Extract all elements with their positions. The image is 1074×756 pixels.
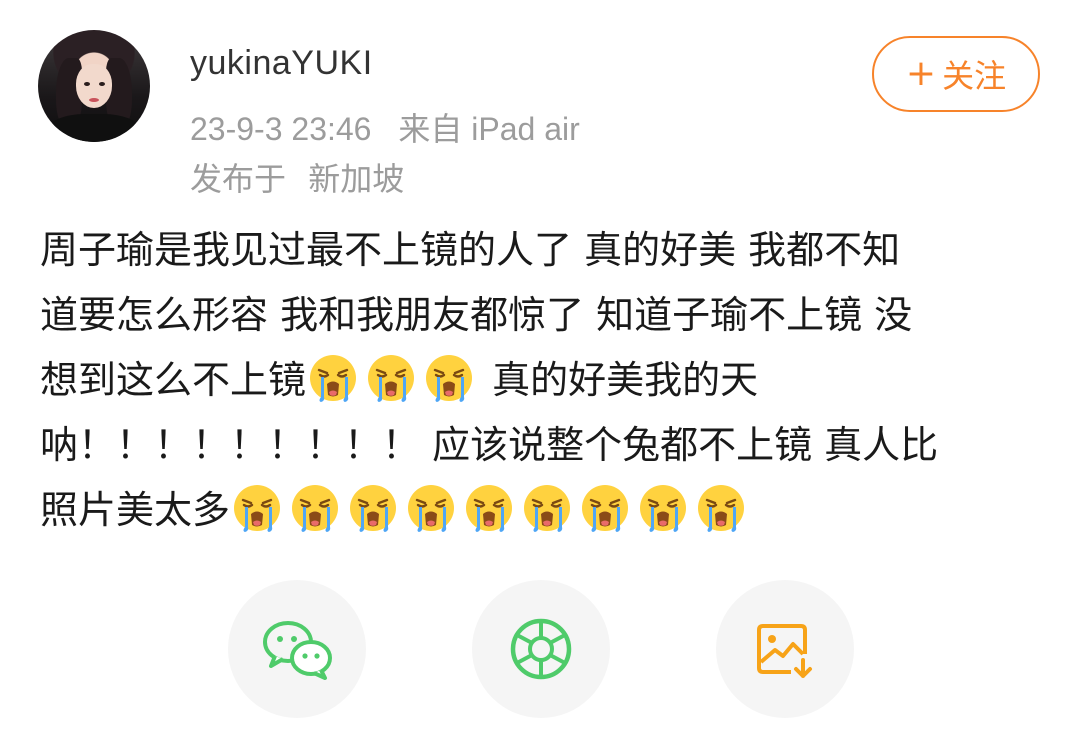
post-line: 道要怎么形容 我和我朋友都惊了 知道子瑜不上镜 没: [40, 283, 1040, 348]
crying-emoji: [232, 483, 282, 533]
avatar-eye-left: [84, 82, 90, 86]
avatar[interactable]: [38, 30, 150, 142]
crying-emoji: [580, 483, 630, 533]
crying-emoji: [638, 483, 688, 533]
crying-emoji: [464, 483, 514, 533]
avatar-coat: [48, 114, 140, 142]
save-image-icon: [757, 624, 812, 678]
crying-emoji: [696, 483, 746, 533]
plus-icon: +: [905, 53, 937, 94]
post-line: 呐！！！！！！！！！ 应该说整个兔都不上镜 真人比: [40, 423, 939, 467]
post-timestamp: 23-9-3 23:46: [190, 111, 372, 147]
crying-emoji: [522, 483, 572, 533]
location-prefix: 发布于: [190, 160, 287, 198]
follow-label: 关注: [942, 57, 1007, 95]
crying-emoji: [348, 483, 398, 533]
crying-emoji: [290, 483, 340, 533]
post-line: 照片美太多: [40, 478, 1040, 543]
post-line-text: 道要怎么形容 我和我朋友都惊了 知道子瑜不上镜 没: [40, 293, 913, 337]
avatar-corner-mark: [132, 40, 146, 54]
post-line: 想到这么不上镜 真的好美我的天: [40, 348, 1040, 413]
location-name: 新加坡: [308, 160, 405, 198]
post-meta: 23-9-3 23:46 来自 iPad air: [190, 104, 580, 150]
save-image-button[interactable]: [716, 580, 854, 718]
wechat-icon: [263, 621, 332, 680]
post-line-text: 照片美太多: [40, 488, 231, 532]
follow-button[interactable]: + 关注: [872, 36, 1040, 112]
post-source: 来自 iPad air: [398, 111, 580, 147]
crying-emoji: [406, 483, 456, 533]
crying-emoji: [366, 353, 416, 403]
crying-emoji: [424, 353, 474, 403]
post-card: yukinaYUKI 23-9-3 23:46 来自 iPad air 发布于 …: [0, 0, 1074, 756]
username[interactable]: yukinaYUKI: [190, 44, 373, 83]
moments-icon: [510, 618, 572, 680]
post-line-text: 真的好美我的天: [492, 358, 759, 402]
avatar-lips: [89, 98, 99, 102]
post-line: 周子瑜是我见过最不上镜的人了 真的好美 我都不知: [40, 228, 901, 272]
post-line-text: 想到这么不上镜: [40, 358, 307, 402]
share-wechat-button[interactable]: [228, 580, 366, 718]
share-moments-button[interactable]: [472, 580, 610, 718]
emoji-row: [306, 358, 480, 402]
post-body: 周子瑜是我见过最不上镜的人了 真的好美 我都不知 道要怎么形容 我和我朋友都惊了…: [40, 218, 1040, 543]
avatar-eye-right: [99, 82, 105, 86]
post-location: 发布于 新加坡: [190, 154, 404, 200]
crying-emoji: [308, 353, 358, 403]
emoji-row: [230, 488, 752, 532]
